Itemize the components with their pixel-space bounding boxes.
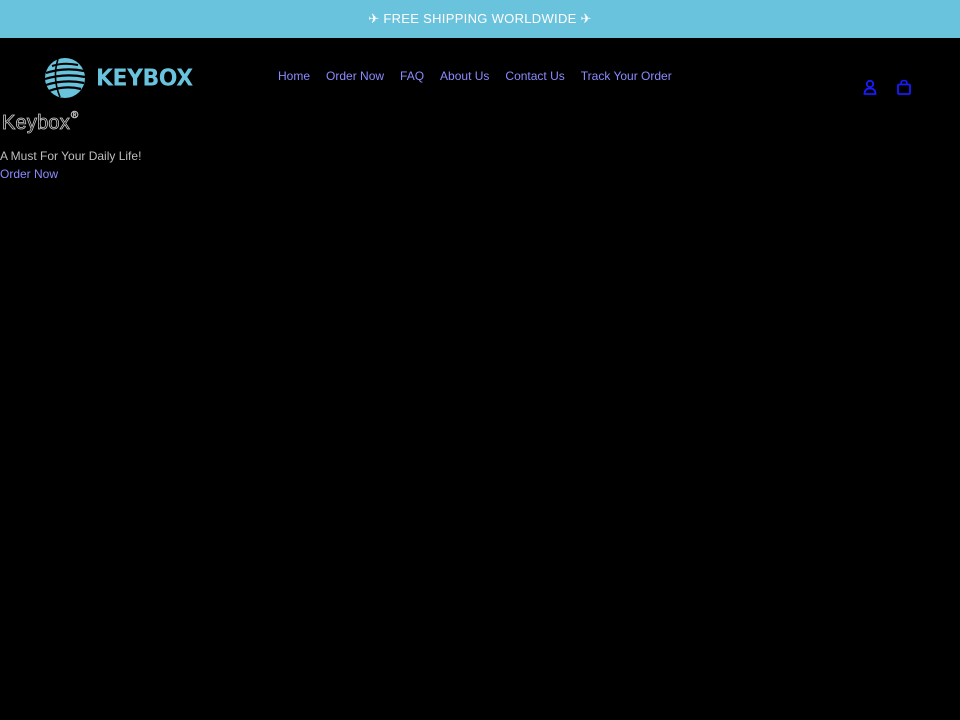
nav-home[interactable]: Home — [270, 68, 318, 84]
hero-title: Keybox® — [2, 110, 79, 135]
nav-contact-us[interactable]: Contact Us — [497, 68, 572, 84]
logo[interactable]: KEYBOX — [44, 56, 193, 100]
order-now-link[interactable]: Order Now — [0, 167, 58, 181]
globe-logo-icon — [44, 58, 86, 98]
header-icons — [862, 79, 912, 95]
account-icon[interactable] — [862, 79, 878, 95]
nav-order-now[interactable]: Order Now — [318, 68, 392, 84]
main-nav: Home Order Now FAQ About Us Contact Us T… — [270, 67, 680, 85]
hero-title-text: Keybox — [2, 112, 71, 135]
hero-tagline: A Must For Your Daily Life! — [0, 149, 142, 163]
registered-mark: ® — [70, 110, 79, 122]
nav-faq[interactable]: FAQ — [392, 68, 432, 84]
nav-track-your-order[interactable]: Track Your Order — [573, 68, 680, 84]
site-header: KEYBOX Home Order Now FAQ About Us Conta… — [0, 38, 960, 112]
cart-icon[interactable] — [896, 79, 912, 95]
announcement-bar[interactable]: ✈ FREE SHIPPING WORLDWIDE ✈ — [0, 0, 960, 38]
announcement-text: ✈ FREE SHIPPING WORLDWIDE ✈ — [368, 11, 592, 26]
logo-wordmark: KEYBOX — [96, 64, 193, 92]
hero-section: Keybox® A Must For Your Daily Life! Orde… — [0, 110, 960, 720]
nav-about-us[interactable]: About Us — [432, 68, 497, 84]
